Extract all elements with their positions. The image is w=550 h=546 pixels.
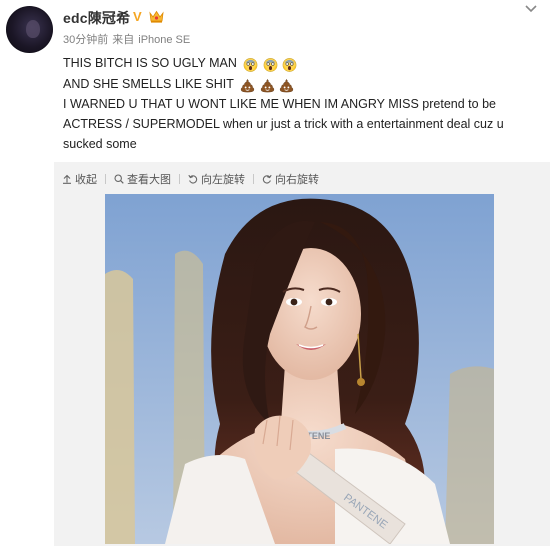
rotate-right-button[interactable]: 向右旋转 — [262, 171, 319, 187]
post-text: THIS BITCH IS SO UGLY MAN AND SHE SMELLS… — [63, 53, 538, 154]
vip-crown-icon — [149, 10, 164, 23]
woman-portrait-image: PANTENE PANTENE — [105, 194, 494, 544]
scream-emoji-row — [243, 54, 298, 74]
search-icon — [114, 174, 124, 184]
media-toolbar: 收起 查看大图 向左旋转 向右旋转 — [62, 171, 319, 187]
poop-emoji-icon — [260, 78, 274, 92]
poop-emoji-icon — [280, 78, 294, 92]
verified-badge-icon: V — [133, 9, 142, 24]
post-meta: 30分钟前 来自 iPhone SE — [63, 31, 190, 47]
toolbar-divider — [253, 174, 254, 184]
poop-emoji-row — [240, 74, 295, 94]
post-line: AND SHE SMELLS LIKE SHIT — [63, 74, 538, 95]
weibo-post-card: edc陳冠希 V 30分钟前 来自 iPhone SE THIS BITCH IS … — [0, 0, 550, 546]
scream-emoji-icon — [244, 58, 258, 72]
collapse-label: 收起 — [75, 174, 97, 186]
post-photo[interactable]: PANTENE PANTENE — [105, 194, 494, 544]
view-large-button[interactable]: 查看大图 — [114, 171, 171, 187]
post-line-text: THIS BITCH IS SO UGLY MAN — [63, 56, 237, 70]
post-source[interactable]: iPhone SE — [138, 34, 190, 46]
rotate-left-label: 向左旋转 — [201, 174, 245, 186]
post-line: THIS BITCH IS SO UGLY MAN — [63, 53, 538, 74]
view-large-label: 查看大图 — [127, 174, 171, 186]
collapse-button[interactable]: 收起 — [62, 171, 97, 187]
username[interactable]: edc陳冠希 — [63, 8, 130, 28]
collapse-arrow-icon — [63, 174, 71, 184]
rotate-right-label: 向右旋转 — [275, 174, 319, 186]
rotate-left-button[interactable]: 向左旋转 — [188, 171, 245, 187]
rotate-left-icon — [188, 174, 198, 184]
scream-emoji-icon — [263, 58, 278, 72]
scream-emoji-icon — [282, 58, 297, 72]
toolbar-divider — [179, 174, 180, 184]
post-line-text: AND SHE SMELLS LIKE SHIT — [63, 76, 234, 91]
user-avatar[interactable] — [6, 6, 53, 53]
rotate-right-icon — [262, 174, 272, 184]
post-time[interactable]: 30分钟前 — [63, 34, 108, 46]
poop-emoji-icon — [241, 78, 255, 92]
post-line: I WARNED U THAT U WONT LIKE ME WHEN IM A… — [63, 97, 504, 152]
source-prefix: 来自 — [112, 34, 135, 46]
toolbar-divider — [105, 174, 106, 184]
chevron-down-icon[interactable] — [524, 4, 538, 14]
